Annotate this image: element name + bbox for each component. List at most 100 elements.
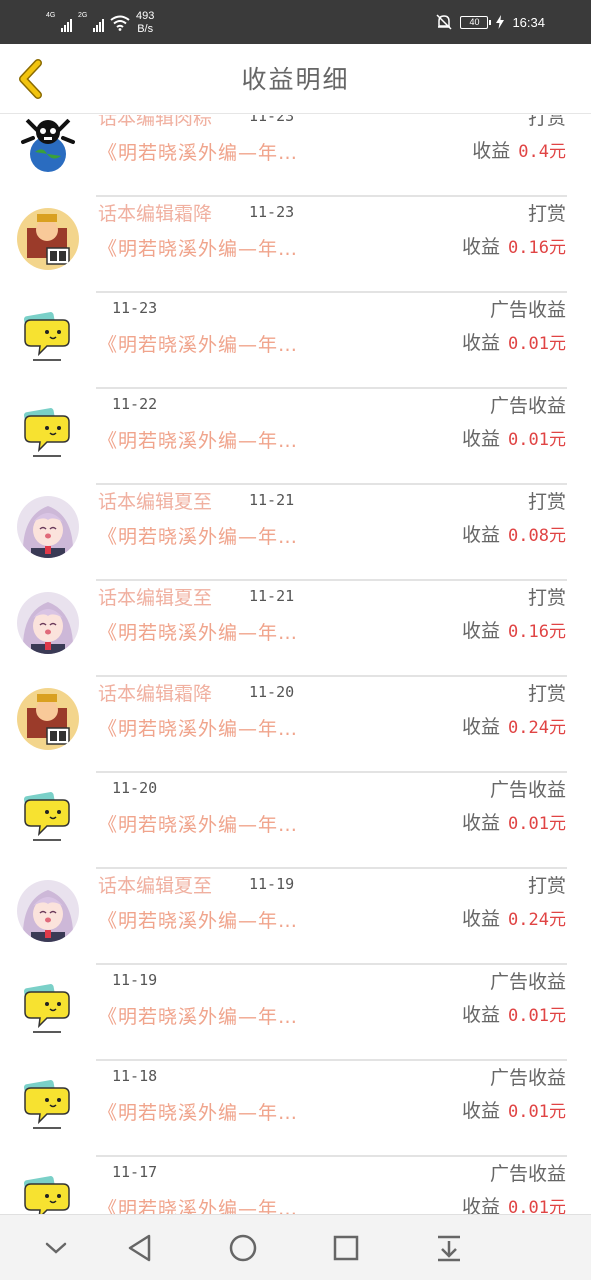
income-label: 收益: [462, 236, 501, 258]
yellow-chat-bubble-avatar: [17, 976, 79, 1038]
income-type: 广告收益: [489, 1067, 566, 1089]
income-type: 打赏: [527, 203, 566, 225]
income-type: 广告收益: [489, 1163, 566, 1185]
list-item[interactable]: 话本编辑霜降 11-23 《明若晓溪外编—年… 打赏 收益 0.16元: [0, 197, 591, 293]
income-line: 收益 0.16元: [462, 616, 566, 643]
network-speed: 493 B/s: [136, 10, 154, 36]
entry-date: 11-19: [249, 875, 295, 893]
battery-icon: 40: [460, 15, 492, 29]
speed-unit: B/s: [137, 23, 154, 35]
income-line: 收益 0.01元: [462, 328, 566, 355]
charging-bolt-icon: [496, 15, 505, 29]
entry-date: 11-23: [249, 115, 295, 125]
income-label: 收益: [462, 1196, 501, 1214]
earnings-list[interactable]: 话本编辑肉粽 11-23 《明若晓溪外编—年… 打赏 收益 0.4元 话本编辑霜降…: [0, 115, 591, 1214]
income-type: 打赏: [527, 587, 566, 609]
notification-pull-icon[interactable]: [432, 1231, 466, 1265]
income-amount: 0.01元: [508, 1102, 566, 1122]
list-item[interactable]: 11-18 《明若晓溪外编—年… 广告收益 收益 0.01元: [0, 1061, 591, 1157]
anime-girl-avatar: [17, 592, 79, 654]
income-amount: 0.4元: [518, 142, 566, 162]
anime-girl-avatar: [17, 496, 79, 558]
income-type: 打赏: [527, 683, 566, 705]
back-triangle-icon[interactable]: [123, 1231, 157, 1265]
editor-cartoon-avatar: [17, 208, 79, 270]
income-type: 广告收益: [489, 779, 566, 801]
entry-date: 11-18: [112, 1067, 158, 1085]
signal-icon-1: 4G: [46, 12, 72, 32]
page-title: 收益明细: [241, 65, 350, 94]
mute-bell-icon: [436, 14, 452, 30]
income-amount: 0.01元: [508, 430, 566, 450]
collapse-chevron-icon[interactable]: [39, 1231, 73, 1265]
income-amount: 0.08元: [508, 526, 566, 546]
income-type: 打赏: [527, 115, 566, 129]
home-circle-icon[interactable]: [226, 1231, 260, 1265]
entry-date: 11-17: [112, 1163, 158, 1181]
sender-name: 话本编辑霜降: [98, 203, 213, 225]
list-item[interactable]: 话本编辑肉粽 11-23 《明若晓溪外编—年… 打赏 收益 0.4元: [0, 115, 591, 197]
income-line: 收益 0.01元: [462, 1000, 566, 1027]
income-label: 收益: [462, 908, 501, 930]
income-amount: 0.16元: [508, 238, 566, 258]
income-amount: 0.24元: [508, 718, 566, 738]
list-item[interactable]: 11-22 《明若晓溪外编—年… 广告收益 收益 0.01元: [0, 389, 591, 485]
skull-globe-avatar: [17, 115, 79, 174]
editor-cartoon-avatar: [17, 688, 79, 750]
sender-name: 话本编辑夏至: [98, 875, 213, 897]
income-line: 收益 0.01元: [462, 424, 566, 451]
anime-girl-avatar: [17, 880, 79, 942]
income-line: 收益 0.08元: [462, 520, 566, 547]
network-type-1: 4G: [46, 12, 56, 19]
entry-date: 11-23: [249, 203, 295, 221]
yellow-chat-bubble-avatar: [17, 1072, 79, 1134]
income-line: 收益 0.4元: [472, 136, 566, 163]
work-title: 《明若晓溪外编—年…: [98, 718, 299, 740]
yellow-chat-bubble-avatar: [17, 304, 79, 366]
recents-square-icon[interactable]: [329, 1231, 363, 1265]
sender-name: 话本编辑肉粽: [98, 115, 213, 129]
work-title: 《明若晓溪外编—年…: [98, 238, 299, 260]
list-item[interactable]: 话本编辑霜降 11-20 《明若晓溪外编—年… 打赏 收益 0.24元: [0, 677, 591, 773]
income-type: 打赏: [527, 875, 566, 897]
income-label: 收益: [462, 524, 501, 546]
app-header: 收益明细: [0, 44, 591, 114]
income-amount: 0.01元: [508, 334, 566, 354]
status-left: 4G 2G 493 B/s: [46, 8, 154, 38]
list-item[interactable]: 11-20 《明若晓溪外编—年… 广告收益 收益 0.01元: [0, 773, 591, 869]
income-type: 打赏: [527, 491, 566, 513]
income-label: 收益: [462, 620, 501, 642]
work-title: 《明若晓溪外编—年…: [98, 334, 299, 356]
entry-date: 11-22: [112, 395, 158, 413]
income-line: 收益 0.24元: [462, 712, 566, 739]
clock: 16:34: [512, 14, 545, 30]
income-amount: 0.01元: [508, 814, 566, 834]
yellow-chat-bubble-avatar: [17, 400, 79, 462]
list-item[interactable]: 话本编辑夏至 11-21 《明若晓溪外编—年… 打赏 收益 0.16元: [0, 581, 591, 677]
income-type: 广告收益: [489, 971, 566, 993]
work-title: 《明若晓溪外编—年…: [98, 910, 299, 932]
entry-date: 11-21: [249, 491, 295, 509]
list-item[interactable]: 话本编辑夏至 11-19 《明若晓溪外编—年… 打赏 收益 0.24元: [0, 869, 591, 965]
list-item[interactable]: 11-23 《明若晓溪外编—年… 广告收益 收益 0.01元: [0, 293, 591, 389]
status-bar: 4G 2G 493 B/s 40 16:34: [0, 0, 591, 44]
work-title: 《明若晓溪外编—年…: [98, 814, 299, 836]
work-title: 《明若晓溪外编—年…: [98, 430, 299, 452]
list-item[interactable]: 11-19 《明若晓溪外编—年… 广告收益 收益 0.01元: [0, 965, 591, 1061]
work-title: 《明若晓溪外编—年…: [98, 1102, 299, 1124]
list-item[interactable]: 11-17 《明若晓溪外编—年… 广告收益 收益 0.01元: [0, 1157, 591, 1214]
income-amount: 0.16元: [508, 622, 566, 642]
status-right: 40 16:34: [436, 12, 545, 32]
entry-date: 11-20: [112, 779, 158, 797]
work-title: 《明若晓溪外编—年…: [98, 1198, 299, 1214]
income-amount: 0.01元: [508, 1198, 566, 1214]
entry-date: 11-23: [112, 299, 158, 317]
speed-value: 493: [136, 10, 155, 22]
income-amount: 0.01元: [508, 1006, 566, 1026]
work-title: 《明若晓溪外编—年…: [98, 622, 299, 644]
entry-date: 11-19: [112, 971, 158, 989]
income-label: 收益: [462, 716, 501, 738]
sender-name: 话本编辑夏至: [98, 587, 213, 609]
list-item[interactable]: 话本编辑夏至 11-21 《明若晓溪外编—年… 打赏 收益 0.08元: [0, 485, 591, 581]
system-nav-bar: [0, 1214, 591, 1280]
